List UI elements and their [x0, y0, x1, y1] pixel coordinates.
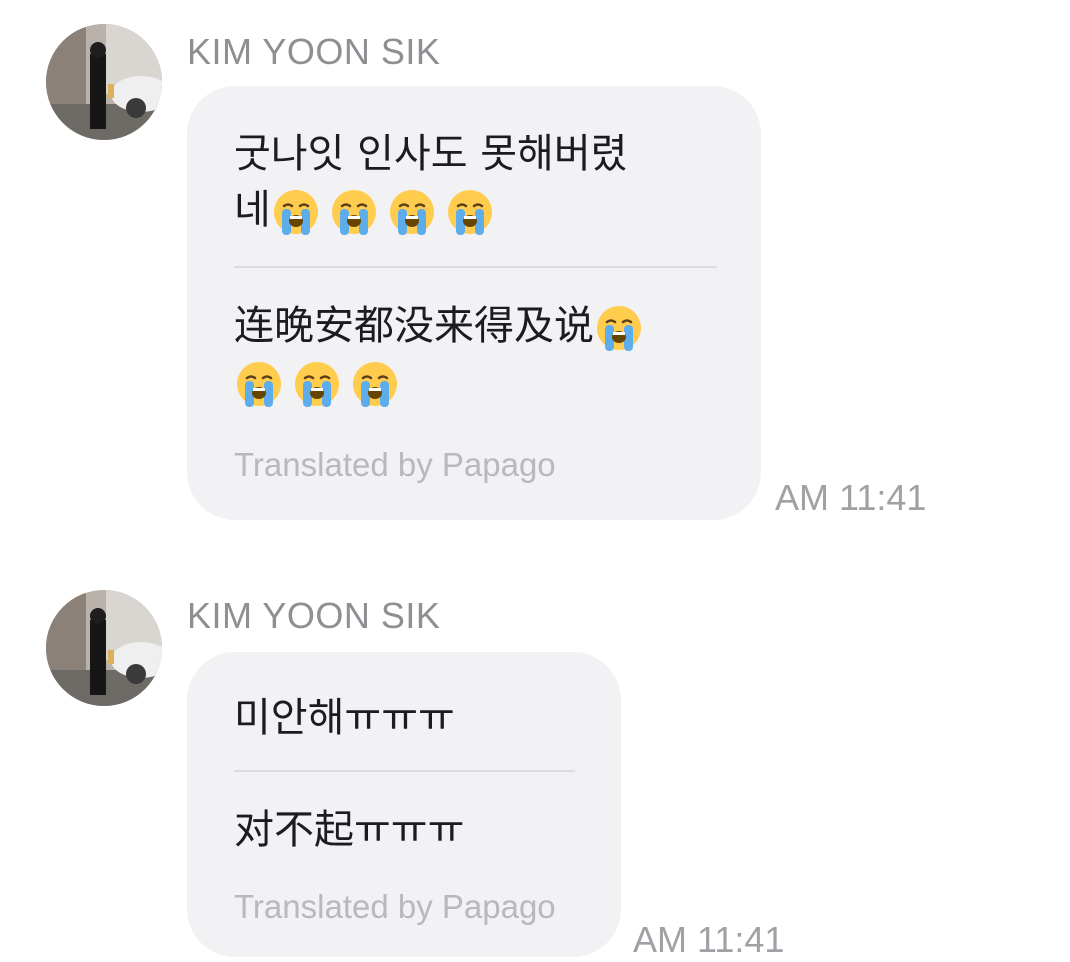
message-bubble[interactable]: 미안해ㅠㅠㅠ 对不起ㅠㅠㅠ Translated by Papago — [187, 652, 621, 957]
sender-name: KIM YOON SIK — [187, 595, 441, 636]
divider — [234, 266, 717, 268]
translated-text-line1: 连晚安都没来得及说 — [234, 303, 594, 349]
translated-text: 连晚安都没来得及说 — [234, 298, 644, 410]
emoji-group — [271, 187, 495, 237]
emoji-group — [234, 359, 400, 409]
loudly-crying-face-icon — [389, 190, 434, 235]
loudly-crying-face-icon — [353, 362, 397, 407]
original-text: 굿나잇 인사도 못해버렸 네 — [234, 126, 627, 238]
sender-avatar[interactable] — [46, 590, 162, 706]
original-text: 미안해ㅠㅠㅠ — [234, 695, 455, 741]
sender-name: KIM YOON SIK — [187, 31, 441, 72]
original-text-line2: 네 — [234, 187, 271, 233]
message-time: AM 11:41 — [775, 477, 927, 518]
sender-avatar[interactable] — [46, 24, 162, 140]
loudly-crying-face-icon — [447, 190, 492, 235]
emoji-group — [594, 303, 644, 353]
loudly-crying-face-icon — [237, 362, 281, 407]
avatar-photo-icon — [46, 590, 162, 706]
avatar-photo-icon — [46, 24, 162, 140]
original-text-line1: 굿나잇 인사도 못해버렸 — [234, 131, 628, 177]
translation-credit: Translated by Papago — [234, 888, 556, 925]
translation-credit: Translated by Papago — [234, 446, 556, 483]
translated-text: 对不起ㅠㅠㅠ — [234, 807, 465, 853]
loudly-crying-face-icon — [331, 190, 376, 235]
message-bubble[interactable]: 굿나잇 인사도 못해버렸 네 连晚安都没来得及说 Translated by P… — [187, 86, 761, 520]
loudly-crying-face-icon — [597, 306, 641, 351]
divider — [234, 770, 575, 772]
loudly-crying-face-icon — [273, 190, 318, 235]
loudly-crying-face-icon — [295, 362, 339, 407]
message-time: AM 11:41 — [633, 919, 785, 960]
